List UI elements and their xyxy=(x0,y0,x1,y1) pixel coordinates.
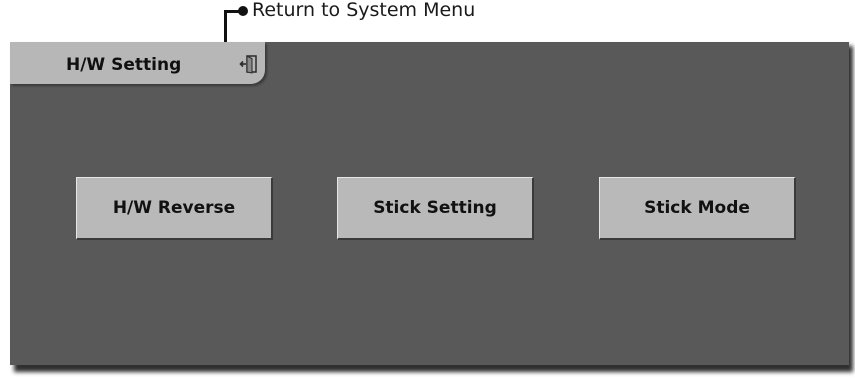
hw-setting-screen: H/W Setting H/W Reverse Stick Setting St… xyxy=(10,42,849,365)
callout-bullet xyxy=(238,6,248,16)
title-tab: H/W Setting xyxy=(10,42,265,84)
callout-label: Return to System Menu xyxy=(252,0,476,21)
screen-title: H/W Setting xyxy=(66,55,182,75)
stick-mode-button[interactable]: Stick Mode xyxy=(599,177,796,240)
return-door-icon xyxy=(239,55,257,74)
hw-reverse-button[interactable]: H/W Reverse xyxy=(76,177,273,240)
return-to-system-menu-icon[interactable] xyxy=(239,54,259,74)
stick-setting-button[interactable]: Stick Setting xyxy=(337,177,534,240)
